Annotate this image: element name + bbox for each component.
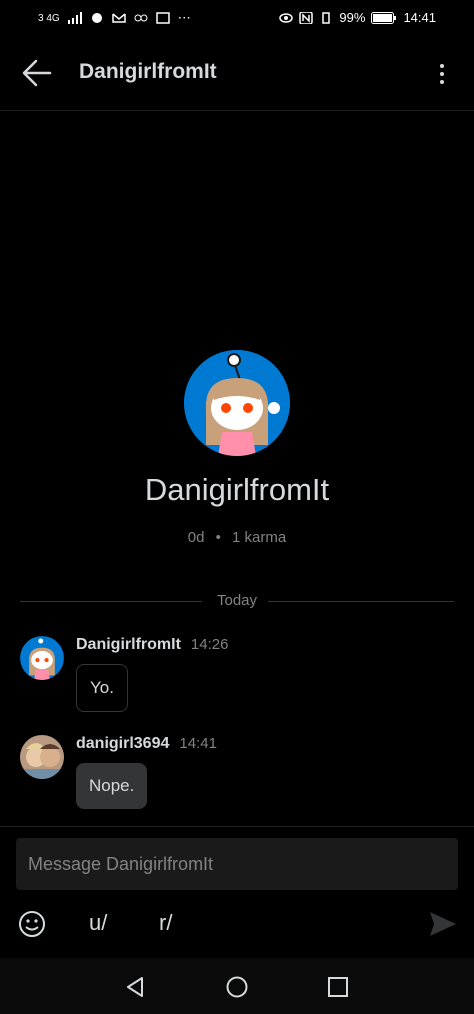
more-notifications-icon: ⋯ <box>177 10 191 25</box>
message-item: DanigirlfromIt 14:26 Yo. <box>20 636 460 716</box>
composer-divider <box>0 826 474 827</box>
date-divider: Today <box>20 590 454 612</box>
clock: 14:41 <box>403 10 436 25</box>
subreddit-mention-button[interactable]: r/ <box>159 910 172 936</box>
profile-meta: 0d • 1 karma <box>0 529 474 546</box>
signal-icon <box>67 12 82 24</box>
app-notification-icon <box>91 13 102 23</box>
back-arrow-icon[interactable] <box>20 56 54 90</box>
message-bubble[interactable]: Nope. <box>76 763 148 809</box>
message-author[interactable]: DanigirlfromIt 14:26 <box>76 636 228 654</box>
status-bar: 3 4G ⋯ 99% 14:41 <box>0 0 474 36</box>
profile-avatar[interactable] <box>184 350 290 456</box>
sender-avatar[interactable] <box>20 735 64 779</box>
message-time: 14:26 <box>190 636 229 653</box>
vibrate-icon <box>322 11 331 24</box>
composer-toolbar: u/ r/ <box>0 902 474 946</box>
user-mention-button[interactable]: u/ <box>89 910 107 936</box>
nav-recents-icon[interactable] <box>327 976 349 998</box>
message-input[interactable]: Message DanigirlfromIt <box>16 838 458 890</box>
author-name[interactable]: danigirl3694 <box>76 735 169 752</box>
meta-separator: • <box>215 529 221 546</box>
message-bubble[interactable]: Yo. <box>76 664 128 712</box>
more-options-icon[interactable] <box>432 62 452 86</box>
emoji-icon[interactable] <box>18 910 46 938</box>
sender-avatar[interactable] <box>20 636 64 680</box>
mail-icon <box>111 13 126 23</box>
send-icon[interactable] <box>428 910 458 938</box>
chat-header: DanigirlfromIt <box>0 36 474 111</box>
chat-title: DanigirlfromIt <box>79 60 217 83</box>
karma-count: 1 karma <box>232 529 287 546</box>
author-name[interactable]: DanigirlfromIt <box>76 636 181 653</box>
profile-name[interactable]: DanigirlfromIt <box>0 472 474 508</box>
eye-comfort-icon <box>279 12 294 23</box>
user-photo-icon <box>20 735 64 779</box>
snoo-avatar-icon <box>20 636 64 680</box>
network-indicator: 3 4G <box>38 12 60 24</box>
nfc-icon <box>299 11 314 24</box>
nav-home-icon[interactable] <box>226 976 248 998</box>
nav-back-icon[interactable] <box>124 976 146 998</box>
battery-icon <box>371 11 397 24</box>
system-nav-bar <box>0 958 474 1014</box>
snoo-avatar-icon <box>184 350 290 456</box>
message-item: danigirl3694 14:41 Nope. <box>20 735 460 815</box>
battery-percent: 99% <box>339 10 366 25</box>
message-time: 14:41 <box>179 735 217 752</box>
account-age: 0d <box>187 529 205 546</box>
message-author[interactable]: danigirl3694 14:41 <box>76 735 217 753</box>
butterfly-icon <box>134 14 148 22</box>
message-placeholder: Message DanigirlfromIt <box>28 854 214 874</box>
calendar-icon <box>155 12 170 24</box>
